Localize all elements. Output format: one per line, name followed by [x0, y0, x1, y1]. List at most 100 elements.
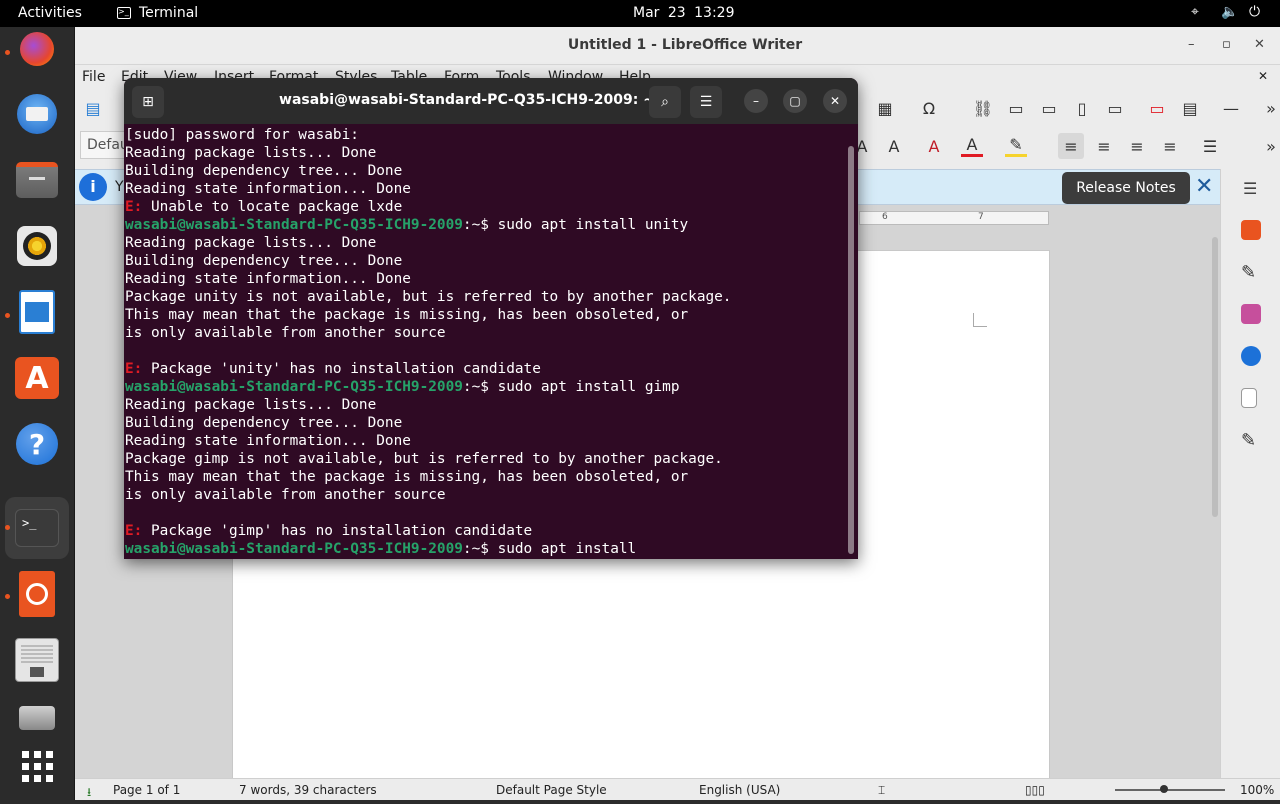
files-icon[interactable] [14, 157, 60, 203]
error-tag: E: [125, 361, 143, 377]
close-icon[interactable]: ✕ [823, 89, 847, 113]
info-bar-text: Y [115, 179, 124, 195]
terminal-output-line: Reading state information... Done [125, 181, 411, 197]
activities-button[interactable]: Activities [18, 5, 82, 21]
bookmark-icon[interactable]: ▯ [1071, 97, 1093, 119]
header-footer-icon[interactable]: ▤ [1179, 97, 1201, 119]
insert-mode-icon[interactable]: ⌶ [878, 783, 885, 798]
close-infobar-icon[interactable]: ✕ [1195, 174, 1213, 199]
new-document-icon[interactable]: ▤ [82, 97, 104, 119]
thunderbird-icon[interactable] [14, 91, 60, 137]
app-menu[interactable]: >_ Terminal [117, 5, 198, 21]
running-indicator [5, 594, 10, 599]
save-status-icon: ⭳ [87, 785, 92, 799]
track-changes-icon[interactable]: ▭ [1146, 97, 1168, 119]
terminal-prompt-line: wasabi@wasabi-Standard-PC-Q35-ICH9-2009:… [125, 216, 858, 234]
terminal-scrollbar[interactable] [848, 146, 854, 554]
zoom-slider-handle[interactable] [1160, 785, 1168, 793]
justify-icon[interactable]: ≡ [1159, 135, 1181, 157]
search-icon[interactable]: ⌕ [649, 86, 681, 118]
minimize-icon[interactable]: – [744, 89, 768, 113]
prompt-user-host: wasabi@wasabi-Standard-PC-Q35-ICH9-2009 [125, 379, 463, 395]
volume-icon[interactable]: 🔈 [1221, 4, 1238, 20]
close-icon[interactable]: ✕ [1254, 37, 1265, 52]
menu-file[interactable]: File [82, 69, 105, 85]
writer-titlebar: Untitled 1 - LibreOffice Writer – ▫ ✕ [75, 27, 1280, 65]
list-icon[interactable]: ☰ [1199, 135, 1221, 157]
status-bar: ⭳ Page 1 of 1 7 words, 39 characters Def… [75, 778, 1280, 800]
clear-formatting-icon[interactable]: A [923, 135, 945, 157]
align-left-icon[interactable]: ≡ [1058, 133, 1084, 159]
writer-title: Untitled 1 - LibreOffice Writer [567, 37, 803, 53]
running-indicator [5, 50, 10, 55]
page-count[interactable]: Page 1 of 1 [113, 783, 180, 797]
insert-table-icon[interactable]: ▦ [874, 97, 896, 119]
terminal-output-line: Building dependency tree... Done [125, 163, 403, 179]
page-style[interactable]: Default Page Style [496, 783, 607, 797]
comment-icon[interactable]: ▭ [1038, 97, 1060, 119]
power-icon[interactable]: ⏻ [1249, 4, 1260, 20]
dock: A ? >_ [0, 27, 75, 800]
help-icon[interactable]: ? [14, 421, 60, 467]
prompt-separator: :~$ [462, 541, 498, 557]
prompt-user-host: wasabi@wasabi-Standard-PC-Q35-ICH9-2009 [125, 217, 463, 233]
navigator-icon[interactable] [1241, 346, 1261, 366]
zoom-slider[interactable] [1115, 785, 1225, 793]
network-icon[interactable]: ⌖ [1191, 4, 1199, 20]
highlight-icon[interactable]: ✎ [1005, 135, 1027, 157]
properties-icon[interactable] [1241, 220, 1261, 240]
release-notes-button[interactable]: Release Notes [1062, 172, 1190, 204]
hamburger-menu-icon[interactable]: ☰ [690, 86, 722, 118]
command-text: sudo apt install unity [497, 217, 689, 233]
app-menu-label: Terminal [139, 5, 199, 21]
terminal-output-line: Package gimp is not available, but is re… [125, 451, 723, 467]
vertical-scrollbar[interactable] [1212, 237, 1218, 517]
hyperlink-icon[interactable]: ⛓ [972, 97, 994, 119]
ubuntu-icon[interactable] [14, 571, 60, 617]
horizontal-line-icon[interactable]: — [1220, 97, 1242, 119]
more-format-icon[interactable]: » [1260, 135, 1280, 157]
error-message: Unable to locate package lxde [142, 199, 403, 215]
error-message: Package 'unity' has no installation cand… [142, 361, 541, 377]
footnote-icon[interactable]: ▭ [1005, 97, 1027, 119]
zoom-level[interactable]: 100% [1240, 783, 1274, 797]
firefox-icon[interactable] [14, 29, 60, 69]
page-icon[interactable] [1241, 388, 1257, 408]
more-options-icon[interactable]: » [1260, 97, 1280, 119]
rhythmbox-icon[interactable] [14, 223, 60, 269]
maximize-icon[interactable]: ▢ [783, 89, 807, 113]
disks-icon[interactable] [14, 637, 60, 683]
paragraph-style-box[interactable]: Defau [80, 131, 130, 159]
minimize-icon[interactable]: – [1188, 37, 1195, 52]
error-tag: E: [125, 523, 143, 539]
align-center-icon[interactable]: ≡ [1093, 135, 1115, 157]
app-center-icon[interactable]: A [14, 355, 60, 401]
clock[interactable]: Mar 23 13:29 [633, 5, 735, 21]
special-character-icon[interactable]: Ω [918, 97, 940, 119]
drive-icon[interactable] [14, 703, 60, 733]
terminal-prompt-line: wasabi@wasabi-Standard-PC-Q35-ICH9-2009:… [125, 540, 858, 558]
terminal-output-line: This may mean that the package is missin… [125, 469, 689, 485]
font-color-icon[interactable]: A [961, 135, 983, 157]
terminal-output[interactable]: [sudo] password for wasabi: Reading packa… [124, 126, 858, 559]
style-inspector-icon[interactable]: ✎ [1241, 430, 1261, 451]
view-layout-icon[interactable]: ▯▯▯ [1025, 783, 1045, 797]
align-right-icon[interactable]: ≡ [1126, 135, 1148, 157]
language[interactable]: English (USA) [699, 783, 780, 797]
cross-reference-icon[interactable]: ▭ [1104, 97, 1126, 119]
terminal-dock-icon[interactable]: >_ [14, 505, 60, 551]
terminal-output-line: Reading package lists... Done [125, 235, 377, 251]
close-document-icon[interactable]: ✕ [1258, 69, 1268, 83]
gallery-icon[interactable] [1241, 304, 1261, 324]
maximize-icon[interactable]: ▫ [1222, 37, 1231, 52]
sidebar-menu-icon[interactable]: ☰ [1243, 179, 1257, 198]
show-apps-icon[interactable] [14, 743, 60, 789]
word-count[interactable]: 7 words, 39 characters [239, 783, 377, 797]
terminal-error-line: E: Package 'gimp' has no installation ca… [125, 522, 858, 540]
outline-font-icon[interactable]: A [883, 135, 905, 157]
libreoffice-writer-icon[interactable] [14, 289, 60, 335]
terminal-output-line: Reading state information... Done [125, 433, 411, 449]
styles-icon[interactable]: ✎ [1241, 262, 1261, 283]
